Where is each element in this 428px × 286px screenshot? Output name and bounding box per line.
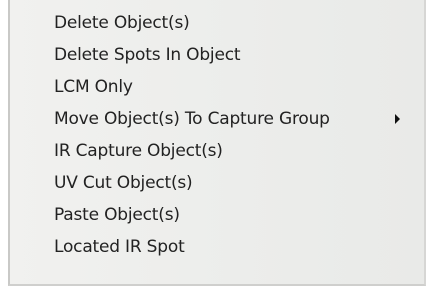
menu-item-paste-objects[interactable]: Paste Object(s) [10, 199, 424, 231]
menu-item-move-objects-to-capture-group[interactable]: Move Object(s) To Capture Group [10, 103, 424, 135]
menu-item-label: Delete Object(s) [54, 13, 190, 33]
menu-item-label: LCM Only [54, 77, 133, 97]
menu-item-lcm-only[interactable]: LCM Only [10, 71, 424, 103]
menu-item-uv-cut-objects[interactable]: UV Cut Object(s) [10, 167, 424, 199]
menu-item-ir-capture-objects[interactable]: IR Capture Object(s) [10, 135, 424, 167]
menu-item-label: Move Object(s) To Capture Group [54, 109, 330, 129]
menu-item-label: Located IR Spot [54, 237, 185, 257]
menu-item-label: IR Capture Object(s) [54, 141, 223, 161]
context-menu: Delete Object(s) Delete Spots In Object … [8, 0, 426, 286]
submenu-arrow-icon [395, 114, 400, 124]
menu-item-label: Delete Spots In Object [54, 45, 241, 65]
menu-item-located-ir-spot[interactable]: Located IR Spot [10, 231, 424, 263]
menu-item-delete-objects[interactable]: Delete Object(s) [10, 7, 424, 39]
menu-item-label: Paste Object(s) [54, 205, 180, 225]
menu-item-label: UV Cut Object(s) [54, 173, 193, 193]
menu-item-delete-spots-in-object[interactable]: Delete Spots In Object [10, 39, 424, 71]
